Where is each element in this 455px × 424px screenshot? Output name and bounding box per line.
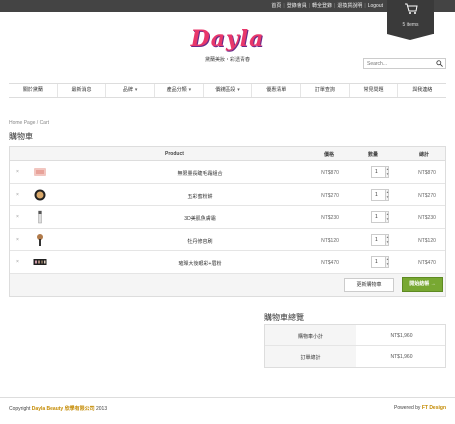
stepper-arrows-icon[interactable]: ▲ ▼	[385, 233, 389, 246]
product-subtotal: NT$470	[418, 260, 436, 266]
product-name[interactable]: 無限量長睫毛霜組合	[110, 170, 290, 177]
nav-item-contact[interactable]: 與我連絡	[398, 84, 446, 97]
top-link-home[interactable]: 首頁	[271, 3, 281, 9]
totals-value: NT$1,960	[390, 333, 413, 339]
product-subtotal: NT$870	[418, 170, 436, 176]
table-row: × 牡丹修容刷 NT$120 1 ▲ ▼ NT$120	[10, 229, 445, 251]
totals-label: 購物車小計	[297, 334, 323, 340]
nav-item-news[interactable]: 最新消息	[58, 84, 107, 97]
totals-value: NT$1,960	[390, 354, 413, 360]
search-icon[interactable]	[436, 60, 443, 67]
product-thumbnail[interactable]	[33, 233, 47, 247]
product-price: NT$870	[321, 170, 339, 176]
product-subtotal: NT$270	[418, 192, 436, 199]
table-row: × 無限量長睫毛霜組合 NT$870 1 ▲ ▼ NT$870	[10, 161, 445, 184]
table-row: × 五彩蜜粉餅 NT$270 1 ▲ ▼ NT$270	[10, 184, 445, 206]
product-name[interactable]: 3D美肌魚膚霜	[110, 215, 290, 222]
cart-actions: 更新購物車 開始結帳 →	[10, 273, 445, 296]
top-link-returns[interactable]: 退換貨說明	[337, 3, 362, 9]
quantity-stepper[interactable]: 1 ▲ ▼	[371, 256, 389, 268]
remove-item-icon[interactable]: ×	[16, 214, 19, 220]
cart-totals: 購物車小計 NT$1,960 訂單總計 NT$1,960	[264, 324, 446, 368]
product-price: NT$120	[321, 237, 339, 244]
nav-item-categories[interactable]: 產品分類 ▾	[155, 84, 204, 97]
logo-brand: Dayla	[190, 26, 265, 52]
nav-item-faq[interactable]: 常見問題	[350, 84, 399, 97]
product-subtotal: NT$120	[418, 237, 436, 244]
footer-copyright: Copyright Dayla Beauty 欣學有限公司 2013	[9, 406, 108, 412]
main-nav: 關於黛蘭 最新消息 品牌 ▾ 產品分類 ▾ 價錢區段 ▾ 優惠清單 訂單查詢 常見問題…	[9, 83, 446, 98]
quantity-stepper[interactable]: 1 ▲ ▼	[371, 233, 389, 246]
top-link-login[interactable]: 轉全登錄	[312, 3, 332, 9]
product-price: NT$230	[321, 215, 339, 221]
product-name[interactable]: 五彩蜜粉餅	[110, 193, 290, 200]
table-row: × 3D美肌魚膚霜 NT$230 1 ▲ ▼ NT$230	[10, 206, 445, 229]
chevron-down-icon: ▾	[237, 87, 240, 93]
totals-row: 購物車小計 NT$1,960	[265, 325, 445, 346]
footer-credit: Powered by FT Design	[394, 405, 446, 411]
product-price: NT$270	[321, 192, 339, 199]
quantity-stepper[interactable]: 1 ▲ ▼	[371, 188, 389, 201]
cart-table-header: Product 價格 數量 總計	[10, 147, 445, 161]
top-link-register[interactable]: 登錄會員	[287, 3, 307, 9]
top-link-logout[interactable]: Logout	[368, 3, 383, 9]
footer-divider	[0, 397, 455, 398]
col-price: 價格	[324, 152, 335, 158]
shopping-cart-icon	[404, 3, 418, 14]
cart-totals-title: 購物車總覽	[264, 313, 304, 322]
stepper-arrows-icon[interactable]: ▲ ▼	[385, 256, 389, 268]
footer-company-link[interactable]: Dayla Beauty 欣學有限公司	[32, 406, 95, 412]
page-title: 購物車	[9, 132, 33, 141]
col-subtotal: 總計	[419, 152, 430, 158]
product-name[interactable]: 牡丹修容刷	[110, 238, 290, 245]
footer-designer-link[interactable]: FT Design	[422, 405, 446, 411]
product-thumbnail[interactable]	[33, 188, 47, 202]
search-box	[363, 58, 446, 69]
product-thumbnail[interactable]	[33, 165, 47, 179]
col-product: Product	[165, 151, 184, 157]
product-thumbnail[interactable]	[33, 255, 47, 269]
product-thumbnail[interactable]	[33, 210, 47, 224]
stepper-arrows-icon[interactable]: ▲ ▼	[385, 211, 389, 223]
breadcrumb: Home Page / Cart	[9, 120, 50, 126]
product-name[interactable]: 璀璨大後眼彩+眉粉	[110, 260, 290, 267]
top-links: 首頁 | 登錄會員 | 轉全登錄 | 退換貨說明 | Logout	[271, 3, 383, 9]
product-subtotal: NT$230	[418, 215, 436, 221]
chevron-down-icon: ▾	[188, 87, 192, 93]
nav-item-deals[interactable]: 優惠清單	[252, 84, 302, 97]
quantity-stepper[interactable]: 1 ▲ ▼	[371, 166, 389, 178]
nav-item-price-range[interactable]: 價錢區段 ▾	[204, 84, 253, 97]
remove-item-icon[interactable]: ×	[16, 192, 19, 198]
remove-item-icon[interactable]: ×	[16, 169, 19, 175]
checkout-button[interactable]: 開始結帳 →	[402, 276, 443, 292]
remove-item-icon[interactable]: ×	[16, 259, 19, 265]
col-qty: 數量	[368, 152, 379, 158]
nav-item-brands[interactable]: 品牌 ▾	[106, 84, 156, 97]
stepper-arrows-icon[interactable]: ▲ ▼	[385, 188, 389, 201]
remove-item-icon[interactable]: ×	[16, 237, 19, 243]
update-cart-button[interactable]: 更新購物車	[344, 277, 394, 292]
chevron-down-icon: ▾	[134, 87, 138, 93]
table-row: × 璀璨大後眼彩+眉粉 NT$470 1 ▲ ▼ NT$470	[10, 251, 445, 274]
search-input[interactable]	[364, 59, 430, 68]
quantity-stepper[interactable]: 1 ▲ ▼	[371, 211, 389, 223]
nav-item-about[interactable]: 關於黛蘭	[9, 84, 58, 97]
stepper-arrows-icon[interactable]: ▲ ▼	[385, 166, 389, 178]
totals-row: 訂單總計 NT$1,960	[265, 346, 445, 367]
nav-item-orders[interactable]: 訂單查詢	[301, 84, 350, 97]
product-price: NT$470	[321, 260, 339, 266]
totals-label: 訂單總計	[300, 355, 321, 361]
cart-table: Product 價格 數量 總計 × 無限量長睫毛霜組合 NT$870 1 ▲ ▼ …	[9, 146, 446, 297]
